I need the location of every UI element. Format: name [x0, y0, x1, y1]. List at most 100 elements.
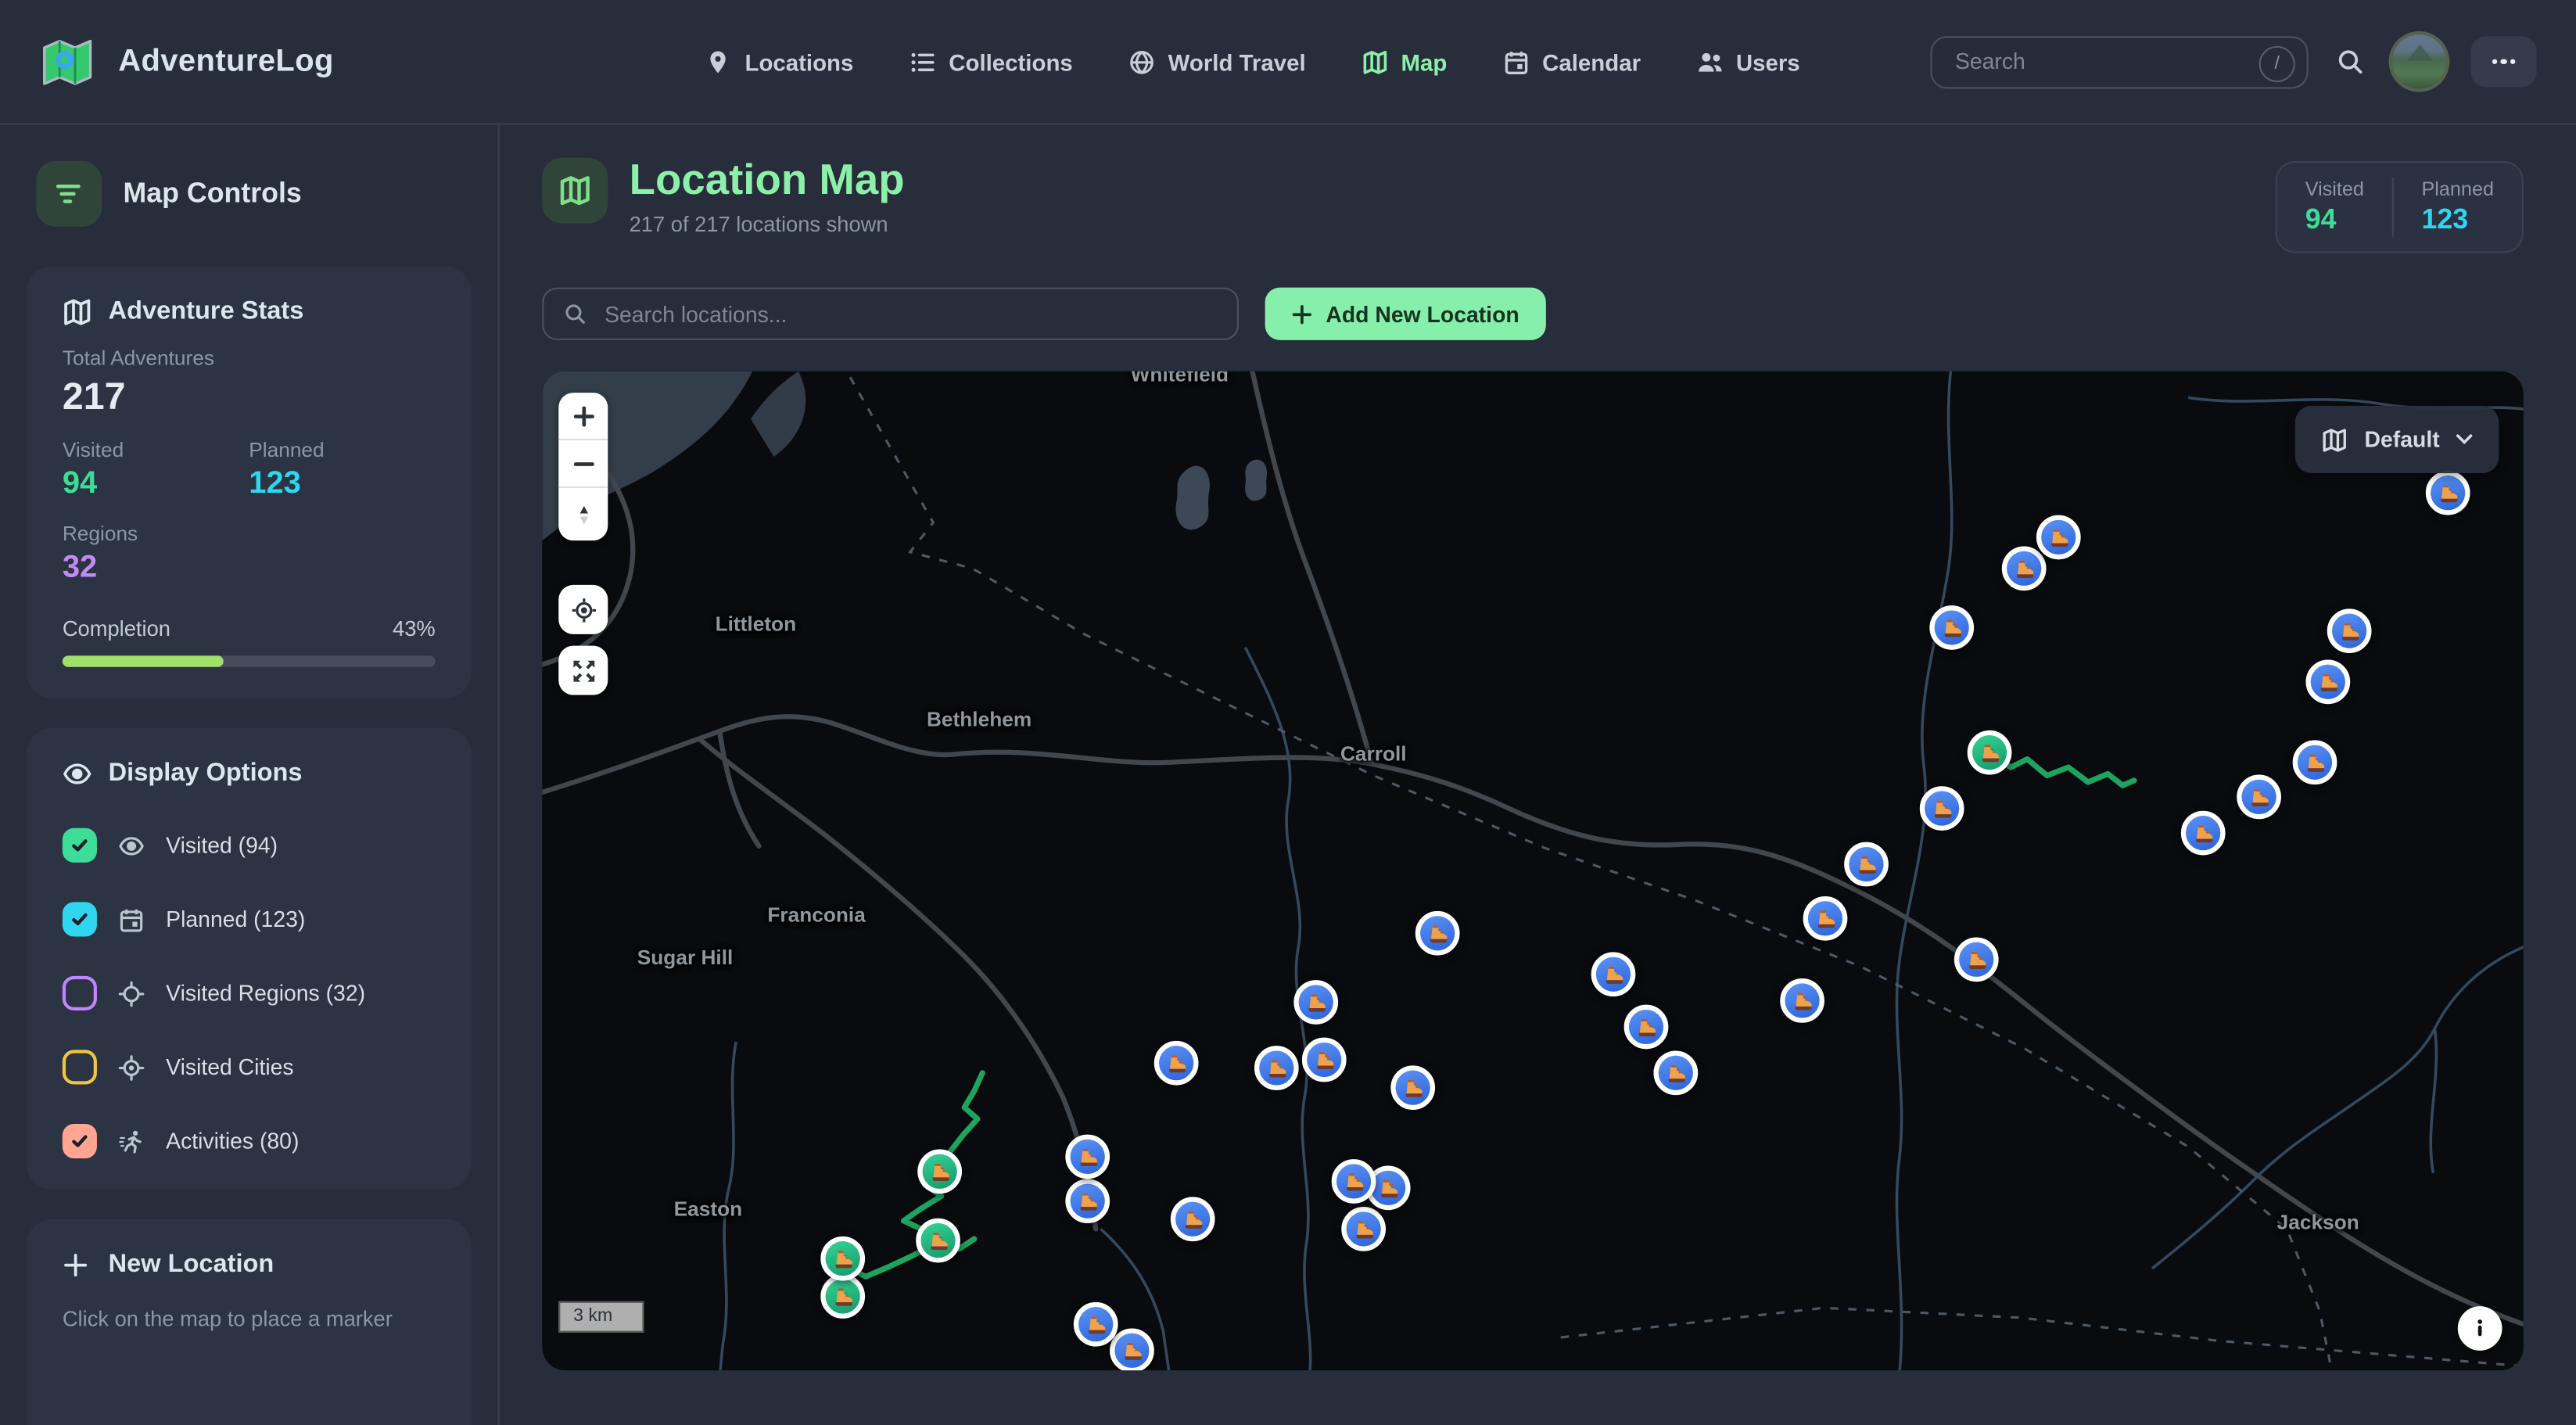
- toggle-visited[interactable]: Visited (94): [63, 828, 436, 863]
- map-marker-planned[interactable]: [1302, 1038, 1347, 1082]
- hiking-boot-icon: [1965, 948, 1988, 971]
- map-marker-planned[interactable]: [1844, 842, 1889, 887]
- fullscreen-button[interactable]: [558, 646, 608, 695]
- map-marker-visited[interactable]: [1968, 730, 2012, 775]
- new-location-header[interactable]: New Location: [63, 1251, 436, 1280]
- map-marker-planned[interactable]: [1591, 952, 1636, 996]
- planned-label: Planned: [249, 439, 435, 461]
- brand-title[interactable]: AdventureLog: [118, 44, 334, 80]
- location-search-input[interactable]: [601, 300, 1218, 328]
- map-marker-planned[interactable]: [1154, 1041, 1199, 1086]
- map-marker-planned[interactable]: [1920, 786, 1964, 831]
- hiking-boot-icon: [1376, 1176, 1399, 1199]
- location-search[interactable]: [542, 288, 1239, 340]
- nav-item-calendar[interactable]: Calendar: [1503, 48, 1641, 75]
- map-marker-visited[interactable]: [916, 1219, 960, 1263]
- map-marker-planned[interactable]: [2305, 659, 2350, 704]
- map-marker-planned[interactable]: [2293, 740, 2337, 784]
- map-marker-planned[interactable]: [1254, 1046, 1299, 1090]
- completion-label: Completion: [63, 616, 170, 641]
- zoom-out-button[interactable]: [558, 439, 608, 486]
- hiking-boot-icon: [1602, 963, 1624, 985]
- zoom-in-button[interactable]: [558, 393, 608, 439]
- more-menu-button[interactable]: [2471, 36, 2537, 87]
- map-marker-planned[interactable]: [1171, 1197, 1215, 1241]
- map-scale-bar: 3 km: [558, 1301, 644, 1333]
- map-marker-planned[interactable]: [1293, 980, 1338, 1025]
- toggle-visited-cities[interactable]: Visited Cities: [63, 1050, 436, 1084]
- sidebar-title: Map Controls: [124, 178, 302, 210]
- total-adventures-value: 217: [63, 375, 436, 419]
- map-marker-planned[interactable]: [1803, 896, 1848, 941]
- navbar-search-input[interactable]: [1952, 48, 2251, 76]
- header-stats: Visited 94 Planned 123: [2276, 161, 2524, 253]
- header-planned-value: 123: [2421, 203, 2494, 236]
- toggle-activities[interactable]: Activities (80): [63, 1124, 436, 1158]
- planned-value: 123: [249, 467, 435, 503]
- header-planned-label: Planned: [2421, 178, 2494, 200]
- nav-item-users[interactable]: Users: [1696, 48, 1799, 75]
- map-marker-planned[interactable]: [1390, 1065, 1435, 1110]
- hiking-boot-icon: [1313, 1048, 1336, 1071]
- map-marker-planned[interactable]: [2327, 608, 2372, 653]
- map-marker-visited[interactable]: [820, 1237, 865, 1281]
- map-marker-planned[interactable]: [2036, 515, 2081, 560]
- map-marker-planned[interactable]: [1110, 1328, 1154, 1370]
- main-content: Location Map 217 of 217 locations shown …: [500, 125, 2576, 1425]
- map-marker-planned[interactable]: [2237, 775, 2281, 820]
- planned-checkbox[interactable]: [63, 902, 97, 936]
- visited-checkbox[interactable]: [63, 828, 97, 863]
- map-marker-planned[interactable]: [1653, 1050, 1698, 1095]
- map-marker-planned[interactable]: [1341, 1207, 1386, 1251]
- map-marker-planned[interactable]: [2002, 547, 2047, 591]
- navbar-search[interactable]: /: [1930, 35, 2308, 88]
- map-marker-visited[interactable]: [917, 1150, 962, 1194]
- avatar[interactable]: [2392, 34, 2446, 88]
- search-icon[interactable]: [2333, 45, 2367, 79]
- adventurelog-logo-icon[interactable]: [39, 34, 95, 89]
- activity-trails-layer: [841, 754, 2134, 1276]
- hiking-boot-icon: [1085, 1313, 1107, 1336]
- locate-icon: [569, 596, 597, 624]
- hiking-boot-icon: [1791, 989, 1814, 1012]
- nav-item-locations[interactable]: Locations: [705, 48, 853, 75]
- map-marker-planned[interactable]: [1624, 1005, 1669, 1050]
- map-marker-planned[interactable]: [1074, 1302, 1118, 1347]
- visited-value: 94: [63, 467, 249, 503]
- toggle-visited-regions[interactable]: Visited Regions (32): [63, 976, 436, 1010]
- map-marker-planned[interactable]: [1954, 938, 1999, 982]
- locate-me-button[interactable]: [558, 585, 608, 634]
- nav-item-collections[interactable]: Collections: [909, 48, 1073, 75]
- target-dot-icon: [118, 1054, 145, 1081]
- top-navbar: AdventureLog Locations Collections World…: [0, 0, 2576, 125]
- map-marker-planned[interactable]: [1929, 605, 1974, 650]
- map-marker-visited[interactable]: [820, 1274, 865, 1319]
- nav-item-map[interactable]: Map: [1362, 48, 1447, 75]
- nav-item-world-travel[interactable]: World Travel: [1128, 48, 1305, 75]
- location-map-canvas[interactable]: WhitefieldLittletonBethlehemCarrollFranc…: [542, 372, 2524, 1370]
- map-marker-planned[interactable]: [1415, 911, 1460, 956]
- activities-checkbox[interactable]: [63, 1124, 97, 1158]
- map-marker-planned[interactable]: [2426, 471, 2470, 515]
- info-icon: [2467, 1316, 2492, 1341]
- hiking-boot-icon: [1164, 1052, 1187, 1075]
- add-new-location-button[interactable]: Add New Location: [1265, 288, 1546, 340]
- adventure-stats-header: Adventure Stats: [63, 297, 436, 327]
- fullscreen-icon: [569, 656, 597, 684]
- visited-regions-checkbox[interactable]: [63, 976, 97, 1010]
- adventurelog-app: AdventureLog Locations Collections World…: [0, 0, 2576, 1425]
- toggle-planned[interactable]: Planned (123): [63, 902, 436, 936]
- display-options-card: Display Options Visited (94) Planned (12…: [27, 728, 472, 1190]
- map-info-button[interactable]: [2458, 1306, 2502, 1351]
- map-marker-planned[interactable]: [2181, 811, 2226, 856]
- map-marker-planned[interactable]: [1065, 1179, 1110, 1223]
- map-marker-planned[interactable]: [1065, 1135, 1110, 1179]
- visited-cities-checkbox[interactable]: [63, 1050, 97, 1084]
- map-layer-selector[interactable]: Default: [2295, 406, 2499, 473]
- map-marker-planned[interactable]: [1780, 978, 1824, 1023]
- eye-icon: [118, 832, 145, 859]
- compass-icon[interactable]: [558, 486, 608, 540]
- map-marker-planned[interactable]: [1332, 1159, 1376, 1204]
- hiking-boot-icon: [1304, 991, 1327, 1014]
- hiking-boot-icon: [1401, 1076, 1424, 1099]
